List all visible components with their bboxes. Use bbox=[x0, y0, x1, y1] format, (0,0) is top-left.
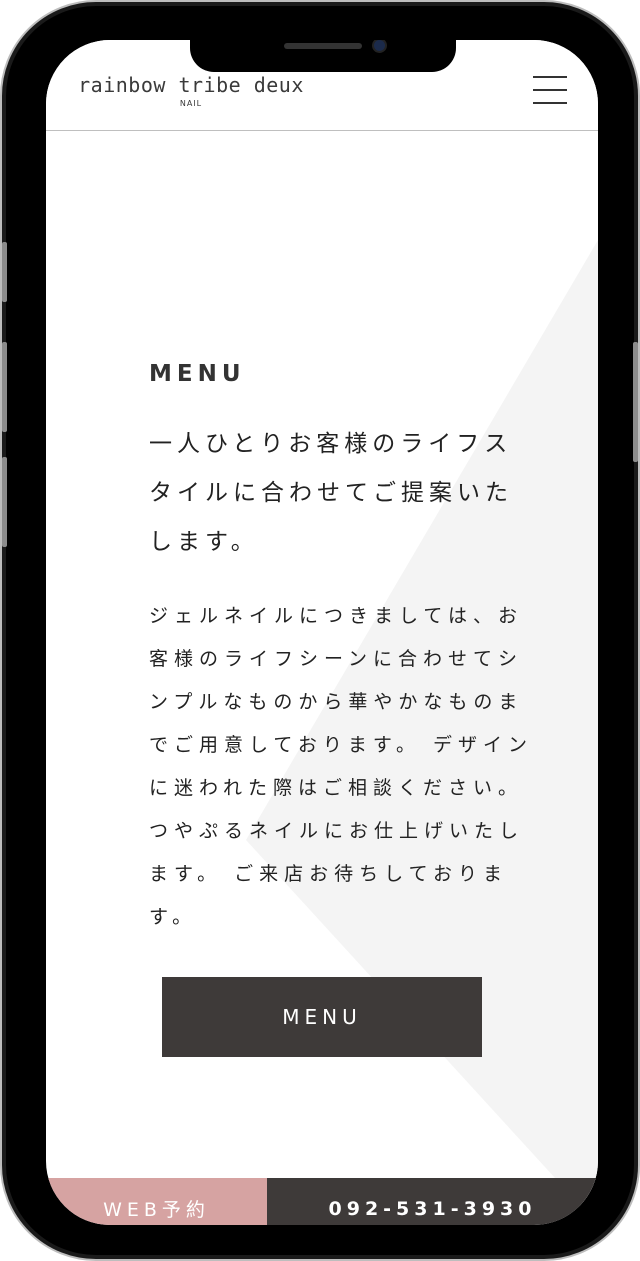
section-title: MENU bbox=[149, 361, 246, 388]
body-line: ンプルなものから華やかなものま bbox=[149, 691, 524, 713]
phone-notch bbox=[190, 40, 456, 72]
mute-switch bbox=[2, 242, 7, 302]
body-line: す。 bbox=[149, 906, 198, 928]
phone-call-button[interactable]: 092-531-3930 bbox=[267, 1178, 598, 1225]
body-text: ジェルネイルにつきましては、お 客様のライフシーンに合わせてシ ンプルなものから… bbox=[149, 595, 579, 939]
speaker-grille bbox=[284, 43, 362, 49]
logo-main-text: rainbow tribe deux bbox=[78, 73, 304, 97]
lead-line: します。 bbox=[149, 529, 259, 555]
hamburger-line bbox=[533, 89, 567, 91]
site-logo[interactable]: rainbow tribe deux NAIL bbox=[71, 73, 311, 108]
footer-cta-bar: WEB予約 092-531-3930 bbox=[46, 1178, 598, 1225]
body-line: でご用意しております。 デザイン bbox=[149, 734, 534, 756]
power-button bbox=[633, 342, 638, 462]
volume-up-button bbox=[2, 342, 7, 432]
body-line: ます。 ご来店お待ちしておりま bbox=[149, 863, 509, 885]
front-camera-icon bbox=[374, 40, 385, 51]
body-line: に迷われた際はご相談ください。 bbox=[149, 777, 524, 799]
lead-text: 一人ひとりお客様のライフス タイルに合わせてご提案いた します。 bbox=[149, 420, 549, 567]
volume-down-button bbox=[2, 457, 7, 547]
body-line: ジェルネイルにつきましては、お bbox=[149, 605, 524, 627]
hamburger-menu-icon[interactable] bbox=[533, 76, 567, 104]
hamburger-line bbox=[533, 102, 567, 104]
hamburger-line bbox=[533, 76, 567, 78]
phone-screen: rainbow tribe deux NAIL MENU 一人ひとりお客様のライ… bbox=[46, 40, 598, 1225]
body-line: 客様のライフシーンに合わせてシ bbox=[149, 648, 524, 670]
web-reservation-button[interactable]: WEB予約 bbox=[46, 1178, 267, 1225]
logo-sub-text: NAIL bbox=[179, 99, 203, 108]
phone-frame: rainbow tribe deux NAIL MENU 一人ひとりお客様のライ… bbox=[0, 0, 640, 1261]
lead-line: 一人ひとりお客様のライフス bbox=[149, 431, 513, 457]
menu-button[interactable]: MENU bbox=[162, 977, 482, 1057]
body-line: つやぷるネイルにお仕上げいたし bbox=[149, 820, 525, 842]
lead-line: タイルに合わせてご提案いた bbox=[149, 480, 513, 506]
